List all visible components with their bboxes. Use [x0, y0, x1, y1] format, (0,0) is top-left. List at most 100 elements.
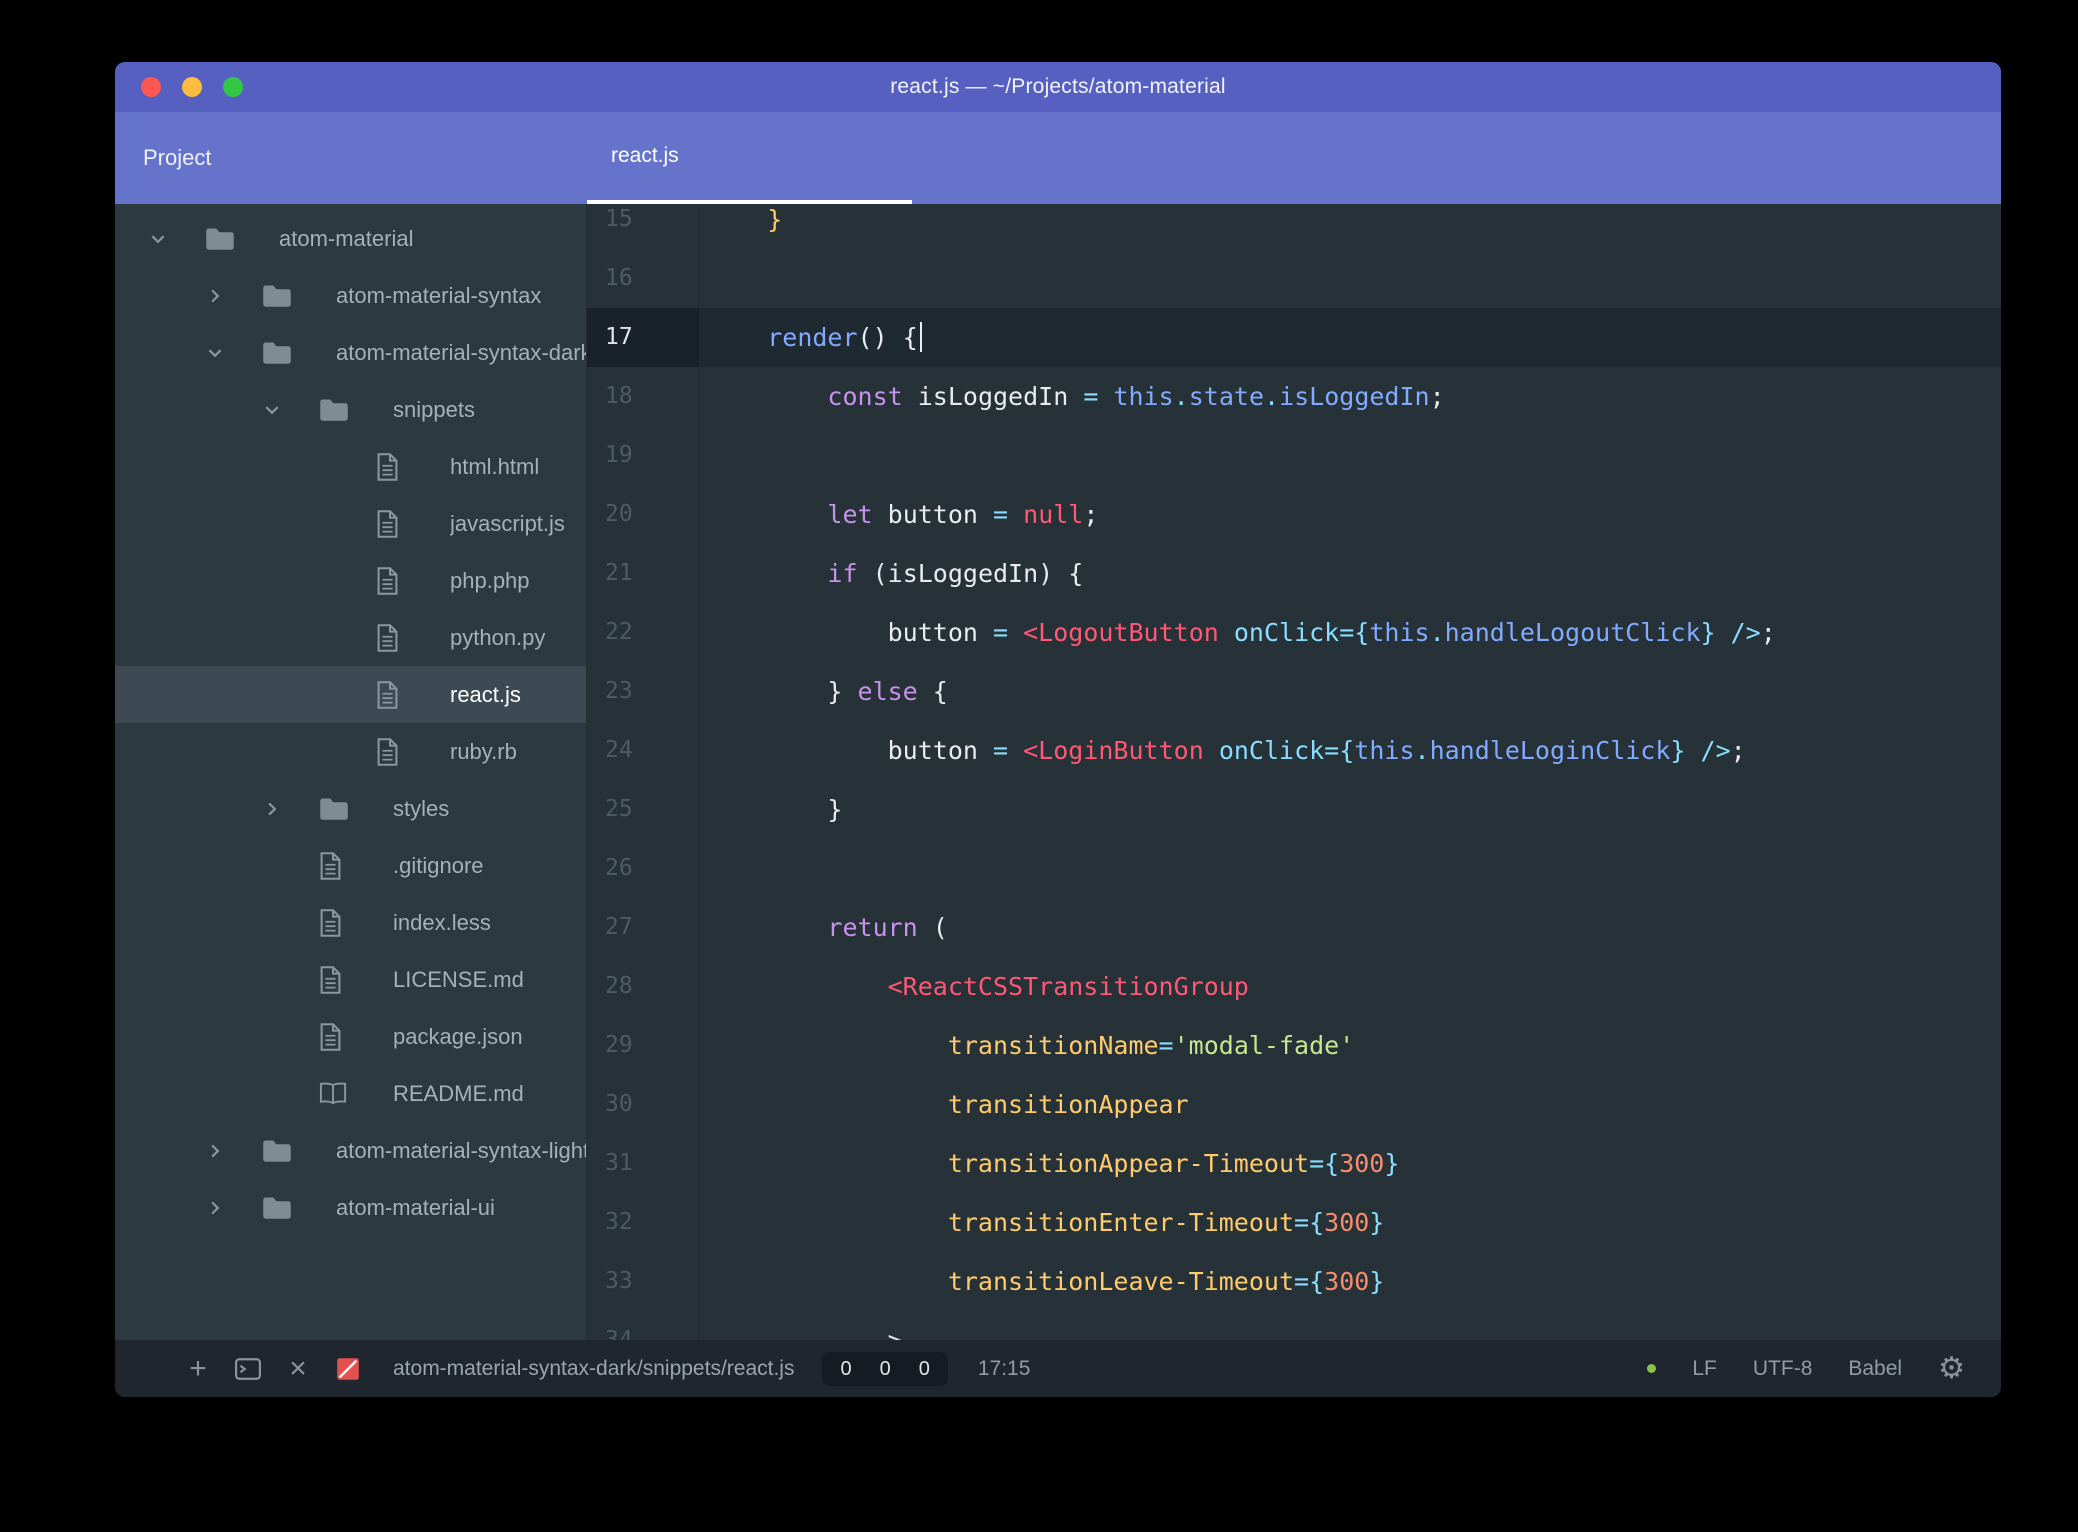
- code-line-25[interactable]: 25 }: [587, 780, 2001, 839]
- code-line-24[interactable]: 24 button = <LoginButton onClick={this.h…: [587, 721, 2001, 780]
- tree-item-package-json[interactable]: package.json: [115, 1008, 586, 1065]
- code-text[interactable]: render() {: [699, 308, 2001, 367]
- chevron-right-icon[interactable]: [204, 287, 262, 305]
- code-editor[interactable]: 15 } 16 17 render() {18 const isLoggedIn =…: [587, 204, 2001, 1340]
- tree-item-styles[interactable]: styles: [115, 780, 586, 837]
- code-text[interactable]: [699, 249, 2001, 308]
- line-number[interactable]: 19: [587, 426, 699, 485]
- close-panel-icon[interactable]: ×: [285, 1353, 311, 1384]
- line-number[interactable]: 17: [587, 308, 699, 367]
- tree-item--gitignore[interactable]: .gitignore: [115, 837, 586, 894]
- code-line-34[interactable]: 34 >: [587, 1311, 2001, 1340]
- git-status-icon[interactable]: [335, 1357, 361, 1381]
- code-text[interactable]: [699, 426, 2001, 485]
- code-text[interactable]: const isLoggedIn = this.state.isLoggedIn…: [699, 367, 2001, 426]
- code-line-30[interactable]: 30 transitionAppear: [587, 1075, 2001, 1134]
- line-number[interactable]: 23: [587, 662, 699, 721]
- code-text[interactable]: [699, 839, 2001, 898]
- line-number[interactable]: 22: [587, 603, 699, 662]
- line-number[interactable]: 16: [587, 249, 699, 308]
- code-line-31[interactable]: 31 transitionAppear-Timeout={300}: [587, 1134, 2001, 1193]
- close-window-button[interactable]: [141, 77, 161, 97]
- code-text[interactable]: transitionName='modal-fade': [699, 1016, 2001, 1075]
- code-text[interactable]: }: [699, 204, 2001, 249]
- code-line-27[interactable]: 27 return (: [587, 898, 2001, 957]
- code-line-28[interactable]: 28 <ReactCSSTransitionGroup: [587, 957, 2001, 1016]
- code-text[interactable]: if (isLoggedIn) {: [699, 544, 2001, 603]
- code-text[interactable]: transitionLeave-Timeout={300}: [699, 1252, 2001, 1311]
- line-number[interactable]: 20: [587, 485, 699, 544]
- tree-item-atom-material-ui[interactable]: atom-material-ui: [115, 1179, 586, 1236]
- code-line-26[interactable]: 26: [587, 839, 2001, 898]
- code-line-22[interactable]: 22 button = <LogoutButton onClick={this.…: [587, 603, 2001, 662]
- tree-item-php-php[interactable]: php.php: [115, 552, 586, 609]
- chevron-down-icon[interactable]: [147, 230, 205, 248]
- minimize-window-button[interactable]: [182, 77, 202, 97]
- title-bar[interactable]: react.js — ~/Projects/atom-material: [115, 62, 2001, 112]
- code-text[interactable]: return (: [699, 898, 2001, 957]
- code-text[interactable]: button = <LoginButton onClick={this.hand…: [699, 721, 2001, 780]
- tree-item-html-html[interactable]: html.html: [115, 438, 586, 495]
- settings-gear-icon[interactable]: ⚙: [1938, 1353, 1965, 1384]
- code-text[interactable]: transitionAppear: [699, 1075, 2001, 1134]
- chevron-right-icon[interactable]: [204, 1142, 262, 1160]
- chevron-down-icon[interactable]: [204, 344, 262, 362]
- code-line-33[interactable]: 33 transitionLeave-Timeout={300}: [587, 1252, 2001, 1311]
- code-line-29[interactable]: 29 transitionName='modal-fade': [587, 1016, 2001, 1075]
- code-text[interactable]: }: [699, 780, 2001, 839]
- code-line-20[interactable]: 20 let button = null;: [587, 485, 2001, 544]
- tree-item-snippets[interactable]: snippets: [115, 381, 586, 438]
- code-text[interactable]: transitionEnter-Timeout={300}: [699, 1193, 2001, 1252]
- tree-item-readme-md[interactable]: README.md: [115, 1065, 586, 1122]
- tree-item-atom-material-syntax[interactable]: atom-material-syntax: [115, 267, 586, 324]
- code-text[interactable]: >: [699, 1311, 2001, 1340]
- code-line-21[interactable]: 21 if (isLoggedIn) {: [587, 544, 2001, 603]
- line-number[interactable]: 25: [587, 780, 699, 839]
- code-line-19[interactable]: 19: [587, 426, 2001, 485]
- line-number[interactable]: 28: [587, 957, 699, 1016]
- code-line-18[interactable]: 18 const isLoggedIn = this.state.isLogge…: [587, 367, 2001, 426]
- tree-item-react-js[interactable]: react.js: [115, 666, 586, 723]
- chevron-right-icon[interactable]: [261, 800, 319, 818]
- tree-item-ruby-rb[interactable]: ruby.rb: [115, 723, 586, 780]
- code-text[interactable]: } else {: [699, 662, 2001, 721]
- line-number[interactable]: 21: [587, 544, 699, 603]
- line-ending-indicator[interactable]: LF: [1692, 1357, 1717, 1381]
- status-counts[interactable]: 0 0 0: [822, 1351, 948, 1386]
- add-project-icon[interactable]: +: [185, 1353, 211, 1384]
- tree-item-javascript-js[interactable]: javascript.js: [115, 495, 586, 552]
- line-number[interactable]: 27: [587, 898, 699, 957]
- tree-item-atom-material-syntax-dark[interactable]: atom-material-syntax-dark: [115, 324, 586, 381]
- line-number[interactable]: 31: [587, 1134, 699, 1193]
- code-line-15[interactable]: 15 }: [587, 204, 2001, 249]
- code-text[interactable]: button = <LogoutButton onClick={this.han…: [699, 603, 2001, 662]
- chevron-right-icon[interactable]: [204, 1199, 262, 1217]
- code-text[interactable]: transitionAppear-Timeout={300}: [699, 1134, 2001, 1193]
- tree-item-python-py[interactable]: python.py: [115, 609, 586, 666]
- line-number[interactable]: 15: [587, 204, 699, 249]
- tab-react-js[interactable]: react.js: [587, 112, 912, 204]
- tree-item-license-md[interactable]: LICENSE.md: [115, 951, 586, 1008]
- tree-item-index-less[interactable]: index.less: [115, 894, 586, 951]
- encoding-indicator[interactable]: UTF-8: [1753, 1357, 1813, 1381]
- line-number[interactable]: 30: [587, 1075, 699, 1134]
- terminal-icon[interactable]: [235, 1357, 261, 1380]
- code-line-17[interactable]: 17 render() {: [587, 308, 2001, 367]
- line-number[interactable]: 24: [587, 721, 699, 780]
- tree-item-atom-material[interactable]: atom-material: [115, 210, 586, 267]
- code-line-23[interactable]: 23 } else {: [587, 662, 2001, 721]
- line-number[interactable]: 18: [587, 367, 699, 426]
- line-number[interactable]: 34: [587, 1311, 699, 1340]
- tree-item-atom-material-syntax-light[interactable]: atom-material-syntax-light: [115, 1122, 586, 1179]
- code-text[interactable]: <ReactCSSTransitionGroup: [699, 957, 2001, 1016]
- grammar-indicator[interactable]: Babel: [1848, 1357, 1902, 1381]
- line-number[interactable]: 32: [587, 1193, 699, 1252]
- cursor-position[interactable]: 17:15: [978, 1357, 1031, 1381]
- zoom-window-button[interactable]: [223, 77, 243, 97]
- code-text[interactable]: let button = null;: [699, 485, 2001, 544]
- code-line-16[interactable]: 16: [587, 249, 2001, 308]
- line-number[interactable]: 33: [587, 1252, 699, 1311]
- code-line-32[interactable]: 32 transitionEnter-Timeout={300}: [587, 1193, 2001, 1252]
- line-number[interactable]: 29: [587, 1016, 699, 1075]
- line-number[interactable]: 26: [587, 839, 699, 898]
